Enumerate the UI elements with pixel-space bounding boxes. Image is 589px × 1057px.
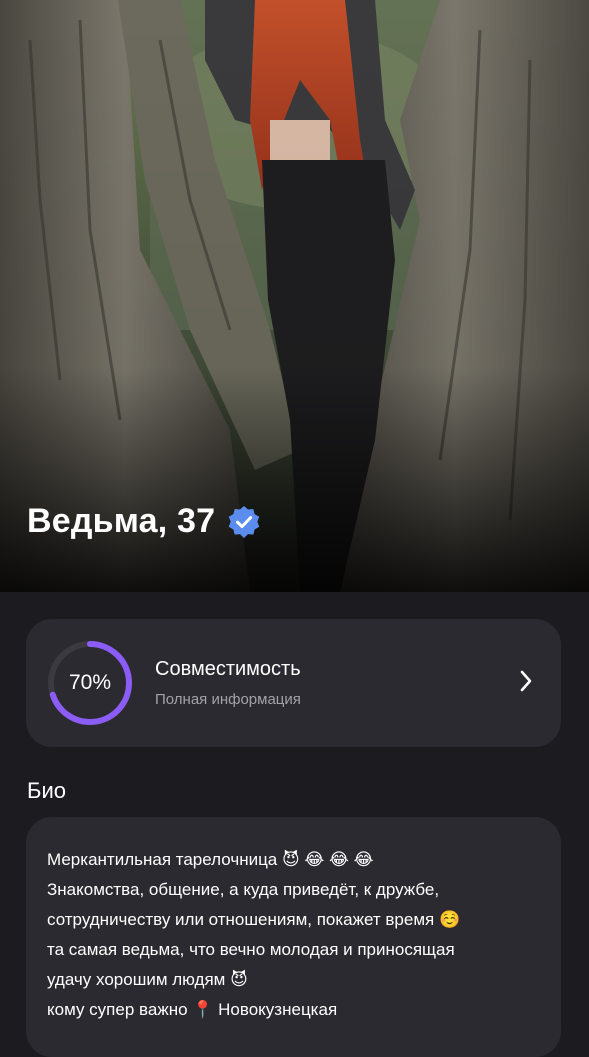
bio-line: кому супер важно 📍 Новокузнецкая bbox=[47, 1000, 338, 1019]
bio-line: Меркантильная тарелочница 😈 😂 😂 😂 bbox=[47, 850, 374, 869]
profile-header: Ведьма, 37 bbox=[27, 502, 261, 541]
compatibility-subtitle: Полная информация bbox=[155, 691, 301, 708]
bio-line: та самая ведьма, что вечно молодая и при… bbox=[47, 940, 455, 959]
profile-name-age: Ведьма, 37 bbox=[27, 502, 216, 540]
compatibility-percent: 70% bbox=[68, 671, 112, 694]
bio-text: Меркантильная тарелочница 😈 😂 😂 😂 Знаком… bbox=[47, 845, 547, 1025]
bio-line: сотрудничеству или отношениям, покажет в… bbox=[47, 910, 461, 929]
compatibility-card[interactable]: 70% Совместимость Полная информация bbox=[26, 619, 561, 747]
chevron-right-icon[interactable] bbox=[519, 669, 533, 693]
profile-details: 70% Совместимость Полная информация Био … bbox=[0, 592, 589, 1057]
bio-line: Знакомства, общение, а куда приведёт, к … bbox=[47, 880, 440, 899]
bio-heading: Био bbox=[27, 778, 66, 803]
bio-card: Меркантильная тарелочница 😈 😂 😂 😂 Знаком… bbox=[26, 817, 561, 1057]
compatibility-title: Совместимость bbox=[155, 658, 301, 680]
verified-badge-icon bbox=[228, 505, 260, 538]
bio-line: удачу хорошим людям 😈 bbox=[47, 970, 248, 989]
